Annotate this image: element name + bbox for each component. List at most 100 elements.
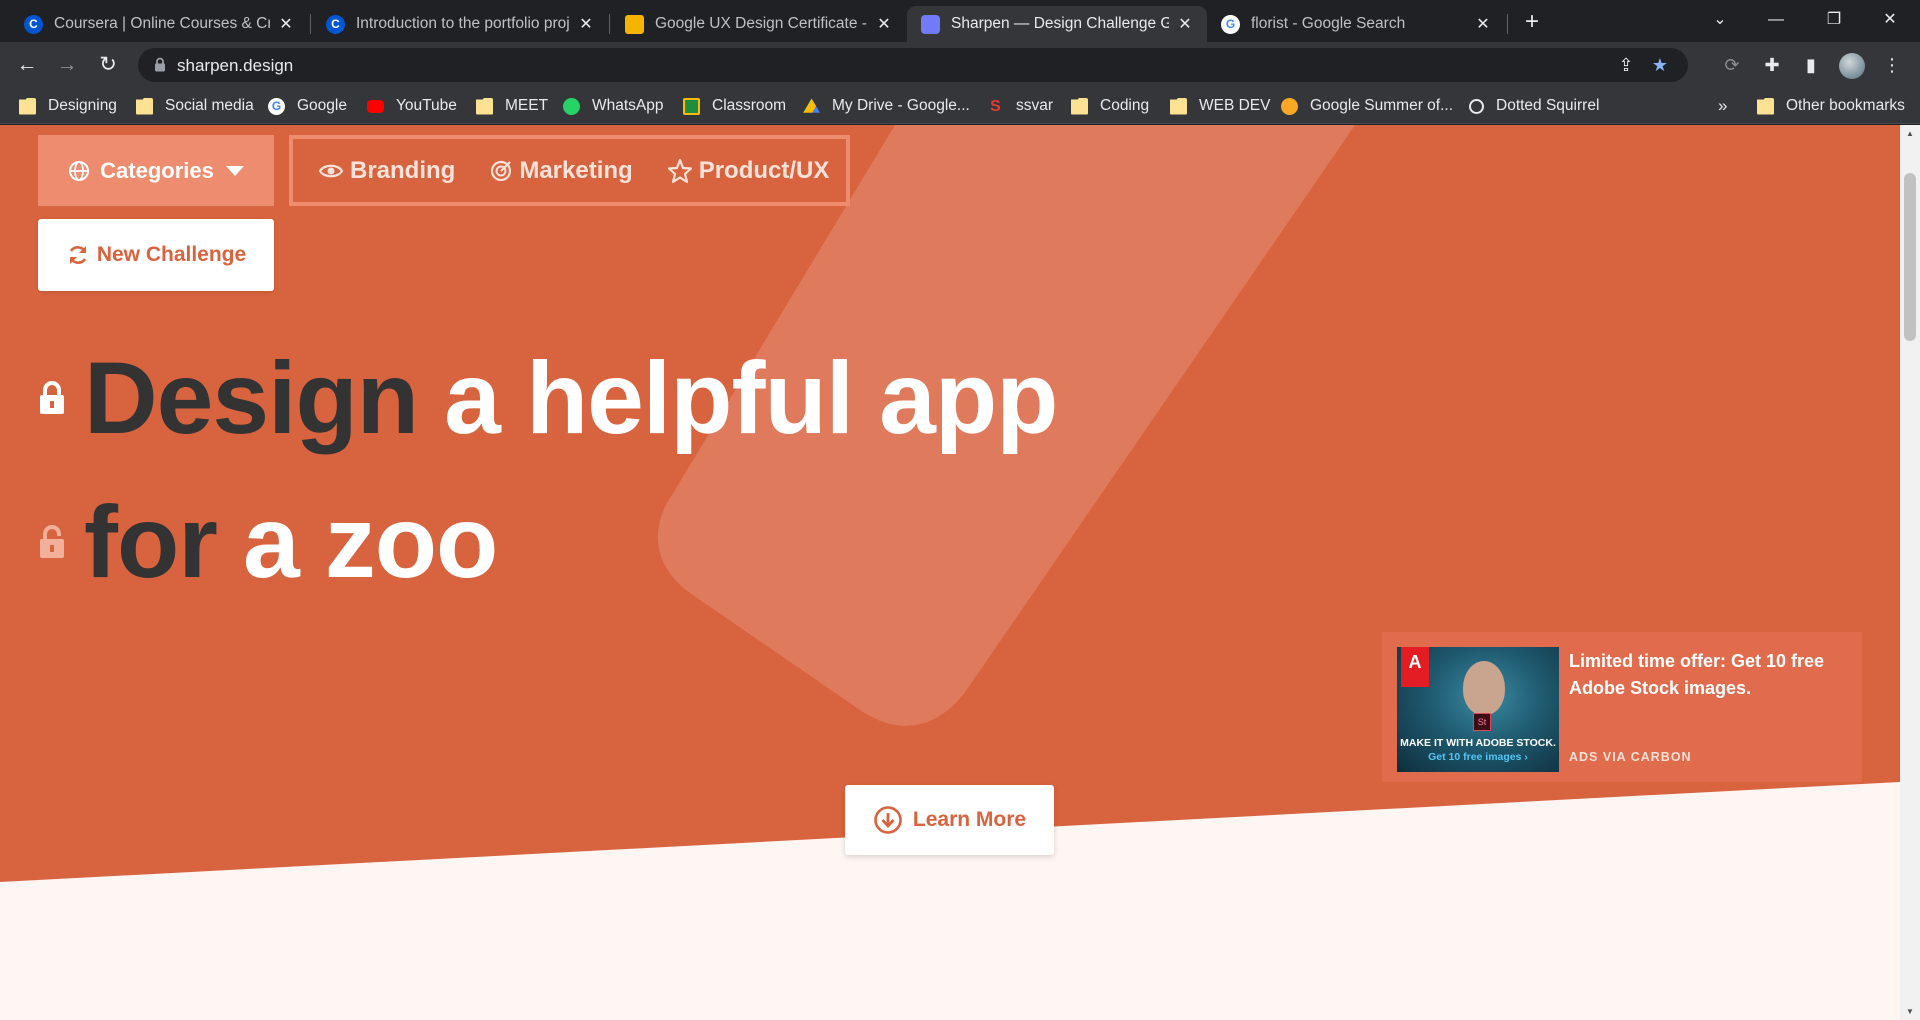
unlock-icon[interactable]: [38, 524, 66, 560]
side-panel-icon[interactable]: ▮: [1797, 51, 1825, 79]
filter-branding[interactable]: Branding: [318, 157, 455, 185]
bookmark-label: Other bookmarks: [1786, 97, 1905, 114]
ad-portrait: [1463, 661, 1505, 715]
tab-google-search[interactable]: G florist - Google Search ✕: [1207, 6, 1505, 42]
challenge-line-2: for a zoo: [38, 491, 523, 593]
challenge-word: zoo: [324, 485, 499, 599]
other-bookmarks[interactable]: Other bookmarks: [1757, 95, 1905, 117]
bookmark-classroom[interactable]: Classroom: [683, 95, 786, 117]
close-icon[interactable]: ✕: [276, 14, 296, 34]
google-icon: G: [268, 97, 285, 115]
browser-toolbar: ← → ↻ sharpen.design ⇪ ★ ⟳ ✚ ▮ ⋮: [0, 42, 1920, 88]
tab-title: Introduction to the portfolio project: [356, 15, 570, 32]
category-filter-group: Branding Marketing Product/UX: [289, 135, 850, 206]
extensions-puzzle-icon[interactable]: ✚: [1758, 51, 1786, 79]
ad-via-carbon[interactable]: ADS VIA CARBON: [1569, 750, 1692, 764]
carbon-ad[interactable]: A St MAKE IT WITH ADOBE STOCK. Get 10 fr…: [1382, 632, 1862, 782]
challenge-word: Design: [84, 341, 419, 455]
lock-icon[interactable]: [38, 380, 66, 416]
forward-button[interactable]: →: [51, 49, 83, 81]
back-button[interactable]: ←: [11, 49, 43, 81]
bookmark-label: WhatsApp: [592, 97, 664, 114]
address-bar[interactable]: sharpen.design ⇪ ★: [138, 48, 1688, 82]
bookmark-dotted-squirrel[interactable]: Dotted Squirrel: [1469, 95, 1599, 117]
bookmark-web-dev[interactable]: WEB DEV: [1170, 95, 1270, 117]
bookmark-my-drive[interactable]: My Drive - Google...: [803, 95, 970, 117]
filter-label: Branding: [350, 156, 456, 184]
bookmark-label: Social media: [165, 97, 254, 114]
tab-coursera[interactable]: C Coursera | Online Courses & Credential…: [10, 6, 308, 42]
bookmark-social-media[interactable]: Social media: [136, 95, 254, 117]
filter-marketing[interactable]: Marketing: [489, 157, 633, 185]
google-icon: G: [1221, 14, 1240, 34]
tab-title: Sharpen — Design Challenge Generator: [951, 15, 1169, 32]
bookmarks-overflow-button[interactable]: »: [1718, 95, 1727, 117]
eye-icon: [318, 164, 344, 177]
tab-strip: C Coursera | Online Courses & Credential…: [0, 0, 1920, 42]
learn-more-button[interactable]: Learn More: [845, 785, 1054, 855]
bookmark-star-icon[interactable]: ★: [1646, 51, 1674, 79]
tab-portfolio-intro[interactable]: C Introduction to the portfolio project …: [312, 6, 608, 42]
bookmark-google[interactable]: G Google: [268, 95, 347, 117]
reload-button[interactable]: ↻: [92, 49, 124, 81]
close-icon[interactable]: ✕: [874, 14, 894, 34]
close-icon[interactable]: ✕: [576, 14, 596, 34]
new-challenge-button[interactable]: New Challenge: [38, 219, 274, 291]
bookmark-label: ssvar: [1016, 97, 1054, 114]
bookmark-ssvar[interactable]: Sssvar: [987, 95, 1053, 117]
adobe-logo: A: [1401, 647, 1429, 687]
ssvar-icon: S: [990, 97, 1001, 115]
caret-down-icon: [225, 165, 244, 176]
extension-sync-icon[interactable]: ⟳: [1718, 51, 1746, 79]
bookmark-designing[interactable]: Designing: [19, 95, 117, 117]
filter-label: Product/UX: [698, 156, 830, 184]
google-slides-icon: [625, 14, 644, 34]
tab-sharpen[interactable]: Sharpen — Design Challenge Generator ✕: [907, 6, 1207, 42]
challenge-word: a: [242, 485, 300, 599]
drive-icon: [803, 98, 820, 113]
bookmark-coding[interactable]: Coding: [1071, 95, 1149, 117]
bookmark-gsoc[interactable]: Google Summer of...: [1281, 95, 1453, 117]
ad-image-caption: MAKE IT WITH ADOBE STOCK.: [1400, 737, 1556, 749]
bookmark-meet[interactable]: MEET: [476, 95, 548, 117]
filter-product-ux[interactable]: Product/UX: [667, 156, 830, 185]
lock-icon: [155, 57, 165, 72]
new-tab-button[interactable]: +: [1518, 8, 1546, 36]
target-icon: [491, 160, 512, 181]
bookmark-label: Google Summer of...: [1310, 97, 1454, 114]
dotted-squirrel-icon: [1469, 98, 1484, 114]
tab-search-button[interactable]: ⌄: [1692, 0, 1748, 40]
folder-icon: [1170, 97, 1187, 115]
coursera-icon: C: [24, 14, 43, 34]
ad-image[interactable]: A St MAKE IT WITH ADOBE STOCK. Get 10 fr…: [1397, 647, 1559, 772]
tab-ux-certificate[interactable]: Google UX Design Certificate - Portfolio…: [611, 6, 906, 42]
bookmark-whatsapp[interactable]: WhatsApp: [563, 95, 664, 117]
bookmark-label: YouTube: [396, 97, 457, 114]
bookmark-youtube[interactable]: YouTube: [367, 95, 457, 117]
profile-avatar[interactable]: [1838, 51, 1866, 80]
minimize-button[interactable]: —: [1748, 0, 1804, 40]
close-icon[interactable]: ✕: [1175, 14, 1195, 34]
tab-divider: [310, 14, 311, 34]
close-icon[interactable]: ✕: [1473, 14, 1493, 34]
menu-kebab-icon[interactable]: ⋮: [1878, 51, 1906, 79]
page-scrollbar[interactable]: ▲ ▼: [1900, 125, 1920, 1020]
tab-divider: [1507, 14, 1508, 34]
ad-image-cta: Get 10 free images ›: [1428, 751, 1528, 763]
close-window-button[interactable]: ✕: [1862, 0, 1918, 40]
share-icon[interactable]: ⇪: [1612, 51, 1640, 79]
tab-title: Google UX Design Certificate - Portfolio: [655, 15, 868, 32]
categories-label: Categories: [100, 157, 214, 183]
learn-more-label: Learn More: [912, 808, 1027, 831]
scrollbar-thumb[interactable]: [1904, 173, 1916, 341]
scroll-up-arrow-icon[interactable]: ▲: [1905, 129, 1915, 138]
classroom-icon: [683, 97, 700, 115]
challenge-line-1: Design a helpful app: [38, 347, 1083, 449]
challenge-word: app: [879, 341, 1058, 455]
ad-text[interactable]: Limited time offer: Get 10 free Adobe St…: [1569, 648, 1839, 702]
scroll-down-arrow-icon[interactable]: ▼: [1905, 1007, 1915, 1016]
restore-button[interactable]: ❐: [1806, 0, 1862, 40]
categories-dropdown[interactable]: Categories: [38, 135, 274, 206]
star-icon: [667, 158, 692, 183]
sharpen-icon: [921, 14, 940, 34]
